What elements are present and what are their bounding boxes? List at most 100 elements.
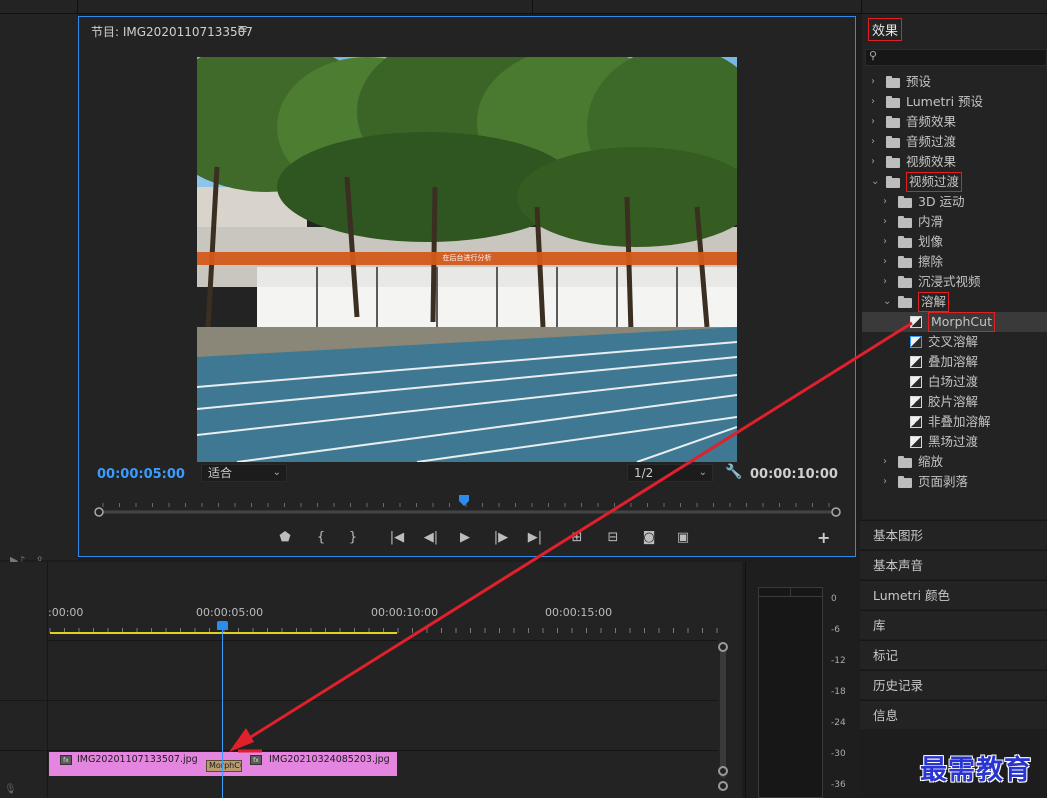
analyze-banner-text: 在后台进行分析 — [442, 254, 492, 262]
effects-tab[interactable]: 效果 — [868, 18, 903, 41]
program-playhead[interactable] — [459, 495, 469, 506]
effects-tree-item[interactable]: 白场过渡 — [862, 372, 1047, 392]
chevron-right-icon[interactable]: › — [871, 92, 875, 112]
step-back-icon[interactable]: ◀| — [419, 527, 443, 549]
effects-tree-item[interactable]: › Lumetri 预设 — [862, 92, 1047, 112]
work-area-bar[interactable] — [50, 632, 397, 634]
play-icon[interactable]: ▶ — [453, 527, 477, 549]
panel-tab[interactable]: 基本声音 — [860, 550, 1047, 579]
folder-icon — [886, 76, 900, 88]
transition-morphcut[interactable]: MorphCut — [206, 760, 242, 772]
panel-tab[interactable]: 信息 — [860, 700, 1047, 729]
chevron-right-icon[interactable]: › — [883, 472, 887, 492]
chevron-right-icon[interactable]: › — [871, 72, 875, 92]
mic-icon[interactable]: 🎙 — [4, 784, 17, 795]
effects-tree-item[interactable]: › 内滑 — [862, 212, 1047, 232]
effects-tree-item[interactable]: 叠加溶解 — [862, 352, 1047, 372]
zoom-level-select[interactable]: 适合 ⌄ — [201, 464, 287, 482]
clip-label: IMG20210324085203.jpg — [269, 754, 390, 765]
effects-tree-label: 预设 — [906, 74, 932, 89]
panel-tab[interactable]: Lumetri 颜色 — [860, 580, 1047, 609]
meter-scale-label: -18 — [831, 687, 846, 697]
chevron-right-icon[interactable]: › — [883, 232, 887, 252]
scrollbar-handle[interactable] — [718, 642, 728, 652]
extract-icon[interactable]: ⊟ — [601, 527, 625, 549]
video-preview: 在后台进行分析 — [197, 57, 737, 462]
effects-tree-item[interactable]: › 音频过渡 — [862, 132, 1047, 152]
scrollbar-track[interactable] — [720, 648, 726, 778]
transition-effect-icon — [910, 376, 922, 388]
program-monitor-title[interactable]: 节目: IMG20201107133507 — [91, 23, 253, 40]
chevron-right-icon[interactable]: › — [871, 132, 875, 152]
panel-tab[interactable]: 库 — [860, 610, 1047, 639]
effects-tree-item[interactable]: › 3D 运动 — [862, 192, 1047, 212]
chevron-right-icon[interactable]: › — [883, 452, 887, 472]
folder-icon — [886, 116, 900, 128]
folder-icon — [886, 136, 900, 148]
hamburger-icon[interactable]: ≡ — [237, 22, 248, 37]
wrench-icon[interactable]: 🔧 — [725, 464, 742, 480]
effects-tree-item[interactable]: › 音频效果 — [862, 112, 1047, 132]
transition-effect-icon — [910, 396, 922, 408]
effects-tree-item[interactable]: 非叠加溶解 — [862, 412, 1047, 432]
top-bar-segment — [0, 0, 78, 14]
lift-icon[interactable]: ⊞ — [565, 527, 589, 549]
chevron-down-icon[interactable]: ⌄ — [871, 172, 879, 192]
chevron-right-icon[interactable]: › — [883, 252, 887, 272]
effects-tree-item[interactable]: ⌄ 溶解 — [862, 292, 1047, 312]
effects-tree-label: 视频效果 — [906, 154, 957, 169]
effects-tree-item[interactable]: › 视频效果 — [862, 152, 1047, 172]
camera-icon[interactable]: ◙ — [637, 527, 661, 549]
chevron-right-icon[interactable]: › — [883, 192, 887, 212]
effects-tree-label: 白场过渡 — [928, 374, 979, 389]
chevron-right-icon[interactable]: › — [871, 112, 875, 132]
scrollbar-handle[interactable] — [718, 781, 728, 791]
panel-tab[interactable]: 历史记录 — [860, 670, 1047, 699]
playback-resolution-select[interactable]: 1/2 ⌄ — [627, 464, 713, 482]
panel-tab[interactable]: 基本图形 — [860, 520, 1047, 549]
program-timeline-ruler[interactable] — [91, 495, 841, 517]
add-button[interactable]: + — [817, 528, 830, 547]
step-forward-icon[interactable]: |▶ — [489, 527, 513, 549]
panel-tab[interactable]: 标记 — [860, 640, 1047, 669]
go-to-in-icon[interactable]: |◀ — [385, 527, 409, 549]
effects-search-input[interactable]: ⚲ — [865, 49, 1047, 66]
effects-tree-item[interactable]: ⌄ 视频过渡 — [862, 172, 1047, 192]
mark-in-icon[interactable]: { — [309, 527, 333, 549]
effects-tree-item[interactable]: › 页面剥落 — [862, 472, 1047, 492]
effects-tree-label: 3D 运动 — [918, 194, 965, 209]
go-to-out-icon[interactable]: ▶| — [523, 527, 547, 549]
chevron-right-icon[interactable]: › — [871, 152, 875, 172]
effects-tree-item[interactable]: MorphCut — [862, 312, 1047, 332]
timeline-ticks — [49, 628, 718, 634]
timeline-clip[interactable]: fx IMG20201107133507.jpg — [49, 752, 223, 776]
timeline-playhead[interactable] — [217, 621, 228, 630]
effects-tree-item[interactable]: › 缩放 — [862, 452, 1047, 472]
folder-icon — [898, 296, 912, 308]
transition-effect-icon — [910, 336, 922, 348]
chevron-right-icon[interactable]: › — [883, 212, 887, 232]
chevron-down-icon[interactable]: ⌄ — [883, 292, 891, 312]
scrollbar-handle[interactable] — [718, 766, 728, 776]
effects-panel: 效果 ⚲ › 预设 › Lumetri 预设 › 音频效果 › 音频过渡 › 视频效果 ⌄ 视频过渡 ›… — [862, 14, 1047, 519]
effects-tree-label: 溶解 — [918, 292, 950, 312]
effects-tree-item[interactable]: 交叉溶解 — [862, 332, 1047, 352]
mark-out-icon[interactable]: } — [341, 527, 365, 549]
effects-tree-item[interactable]: › 沉浸式视频 — [862, 272, 1047, 292]
effects-tree-item[interactable]: 黑场过渡 — [862, 432, 1047, 452]
effects-tree-label: 视频过渡 — [906, 172, 963, 192]
add-marker-icon[interactable]: ⬟ — [273, 527, 297, 549]
chevron-down-icon: ⌄ — [272, 467, 281, 478]
effects-tree-label: 黑场过渡 — [928, 434, 979, 449]
timeline-clip[interactable]: fx IMG20210324085203.jpg — [223, 752, 397, 776]
effects-tree-item[interactable]: › 预设 — [862, 72, 1047, 92]
transition-effect-icon — [910, 356, 922, 368]
current-timecode[interactable]: 00:00:05:00 — [97, 467, 185, 482]
effects-tree-item[interactable]: › 划像 — [862, 232, 1047, 252]
chevron-right-icon[interactable]: › — [883, 272, 887, 292]
folder-icon — [898, 276, 912, 288]
effects-tree-item[interactable]: 胶片溶解 — [862, 392, 1047, 412]
effects-tree-item[interactable]: › 擦除 — [862, 252, 1047, 272]
timeline-vertical-scrollbar[interactable] — [718, 642, 728, 787]
comparison-view-icon[interactable]: ▣ — [671, 527, 695, 549]
